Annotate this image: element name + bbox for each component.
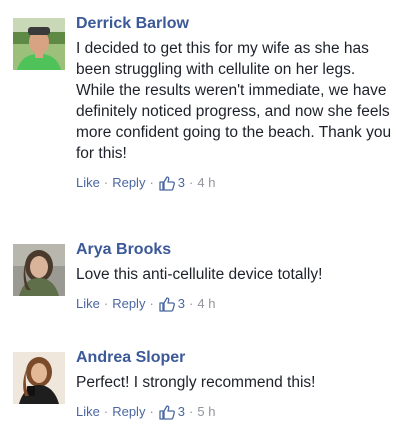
timestamp[interactable]: 5 h	[197, 404, 215, 420]
avatar[interactable]	[13, 18, 65, 70]
thumbs-up-icon[interactable]	[159, 296, 175, 312]
comment-actions: Like · Reply · 3 · 5 h	[76, 404, 396, 420]
avatar[interactable]	[13, 244, 65, 296]
comment-text: I decided to get this for my wife as she…	[76, 40, 392, 162]
reply-link[interactable]: Reply	[112, 296, 145, 312]
comment-text: Love this anti-cellulite device totally!	[76, 266, 323, 283]
separator: ·	[189, 296, 194, 311]
separator: ·	[189, 175, 194, 190]
comment-actions: Like · Reply · 3 · 4 h	[76, 296, 396, 312]
like-count: 3	[177, 296, 186, 311]
like-count: 3	[177, 175, 186, 190]
reply-link[interactable]: Reply	[112, 175, 145, 191]
reply-link[interactable]: Reply	[112, 404, 145, 420]
separator: ·	[103, 404, 109, 419]
comment-author[interactable]: Andrea Sloper	[76, 348, 396, 368]
comment-text: Perfect! I strongly recommend this!	[76, 374, 316, 391]
separator: ·	[149, 175, 154, 190]
timestamp[interactable]: 4 h	[197, 296, 215, 312]
like-count: 3	[177, 404, 186, 419]
like-link[interactable]: Like	[76, 296, 100, 312]
separator: ·	[103, 175, 109, 190]
timestamp[interactable]: 4 h	[197, 175, 215, 191]
separator: ·	[103, 296, 109, 311]
separator: ·	[189, 404, 194, 419]
thumbs-up-icon[interactable]	[159, 404, 175, 420]
comment-actions: Like · Reply · 3 · 4 h	[76, 175, 396, 191]
like-link[interactable]: Like	[76, 175, 100, 191]
separator: ·	[149, 404, 154, 419]
like-link[interactable]: Like	[76, 404, 100, 420]
avatar[interactable]	[13, 352, 65, 404]
separator: ·	[149, 296, 154, 311]
comment-author[interactable]: Arya Brooks	[76, 240, 396, 260]
comment-author[interactable]: Derrick Barlow	[76, 14, 396, 34]
thumbs-up-icon[interactable]	[159, 175, 175, 191]
